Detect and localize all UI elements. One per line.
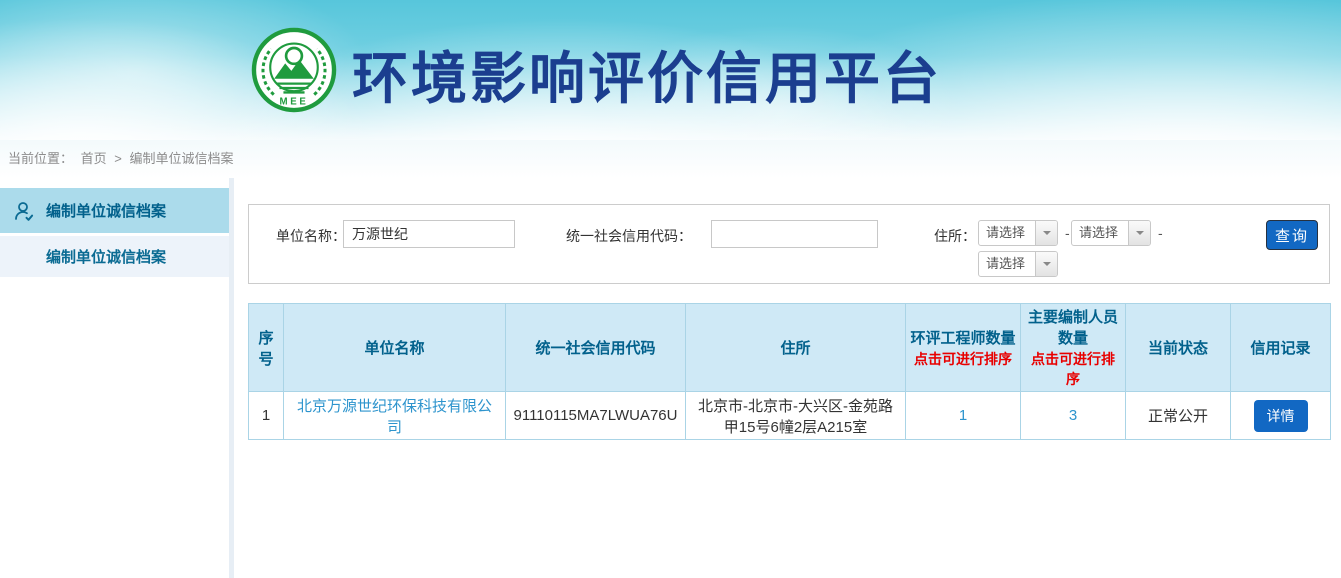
chevron-down-icon[interactable]	[1035, 252, 1057, 276]
sidebar: 编制单位诚信档案 编制单位诚信档案	[0, 178, 229, 578]
breadcrumb: 当前位置： 首页 > 编制单位诚信档案	[0, 140, 1341, 178]
search-panel: 单位名称： 统一社会信用代码： 住所： 请选择 - 请选择 - 请选择 查询	[248, 204, 1330, 284]
col-header-index: 序号	[249, 304, 284, 392]
chevron-down-icon[interactable]	[1035, 221, 1057, 245]
detail-button[interactable]: 详情	[1254, 400, 1308, 432]
query-button[interactable]: 查询	[1266, 220, 1318, 250]
chevron-down-icon[interactable]	[1128, 221, 1150, 245]
user-check-icon	[12, 199, 36, 223]
col-header-staff-count[interactable]: 主要编制人员数量 点击可进行排序	[1021, 304, 1126, 392]
site-banner: MEE 环境影响评价信用平台	[0, 0, 1341, 140]
sort-hint[interactable]: 点击可进行排序	[1025, 349, 1121, 389]
province-select[interactable]: 请选择	[978, 220, 1058, 246]
table-row: 1 北京万源世纪环保科技有限公司 91110115MA7LWUA76U 北京市-…	[249, 392, 1331, 440]
city-select-value: 请选择	[1072, 221, 1128, 245]
sidebar-item-unit-credit-archive[interactable]: 编制单位诚信档案	[0, 188, 229, 233]
col-header-status: 当前状态	[1126, 304, 1231, 392]
sidebar-subitem-unit-credit-archive[interactable]: 编制单位诚信档案	[0, 236, 229, 277]
col-header-address: 住所	[686, 304, 906, 392]
sidebar-subitem-label: 编制单位诚信档案	[46, 246, 166, 267]
engineer-count-link[interactable]: 1	[959, 407, 967, 424]
breadcrumb-home-link[interactable]: 首页	[81, 151, 107, 166]
unit-name-link[interactable]: 北京万源世纪环保科技有限公司	[297, 398, 492, 436]
col-header-unit-name: 单位名称	[284, 304, 506, 392]
sidebar-item-label: 编制单位诚信档案	[46, 200, 166, 221]
address-label: 住所：	[934, 226, 976, 246]
col-header-engineer-count[interactable]: 环评工程师数量 点击可进行排序	[906, 304, 1021, 392]
staff-count-link[interactable]: 3	[1069, 407, 1077, 424]
credit-code-label: 统一社会信用代码：	[566, 226, 692, 246]
col-header-credit-code: 统一社会信用代码	[506, 304, 686, 392]
cell-address: 北京市-北京市-大兴区-金苑路甲15号6幢2层A215室	[686, 392, 906, 440]
col-header-credit-record: 信用记录	[1231, 304, 1331, 392]
engineer-count-title: 环评工程师数量	[910, 327, 1016, 348]
cell-status: 正常公开	[1126, 392, 1231, 440]
breadcrumb-separator: >	[114, 151, 122, 166]
results-table: 序号 单位名称 统一社会信用代码 住所 环评工程师数量 点击可进行排序 主要编制…	[248, 303, 1331, 440]
page-title: 环境影响评价信用平台	[352, 34, 942, 115]
staff-count-title: 主要编制人员数量	[1025, 306, 1121, 348]
city-select[interactable]: 请选择	[1071, 220, 1151, 246]
content-area: 编制单位诚信档案 编制单位诚信档案 单位名称： 统一社会信用代码： 住所： 请选…	[0, 178, 1341, 578]
cell-index: 1	[249, 392, 284, 440]
unit-name-input[interactable]	[343, 220, 515, 248]
mee-logo-icon: MEE	[250, 26, 338, 114]
address-dash-1: -	[1065, 225, 1070, 241]
cell-credit-code: 91110115MA7LWUA76U	[506, 392, 686, 440]
mee-logo-text: MEE	[280, 96, 309, 107]
district-select-value: 请选择	[979, 252, 1035, 276]
breadcrumb-current: 编制单位诚信档案	[130, 151, 234, 166]
address-dash-2: -	[1158, 225, 1163, 241]
credit-code-input[interactable]	[711, 220, 878, 248]
main-panel: 单位名称： 统一社会信用代码： 住所： 请选择 - 请选择 - 请选择 查询	[234, 178, 1341, 578]
table-header-row: 序号 单位名称 统一社会信用代码 住所 环评工程师数量 点击可进行排序 主要编制…	[249, 304, 1331, 392]
province-select-value: 请选择	[979, 221, 1035, 245]
breadcrumb-label: 当前位置：	[8, 151, 73, 166]
district-select[interactable]: 请选择	[978, 251, 1058, 277]
unit-name-label: 单位名称：	[276, 226, 346, 246]
sort-hint[interactable]: 点击可进行排序	[910, 349, 1016, 369]
